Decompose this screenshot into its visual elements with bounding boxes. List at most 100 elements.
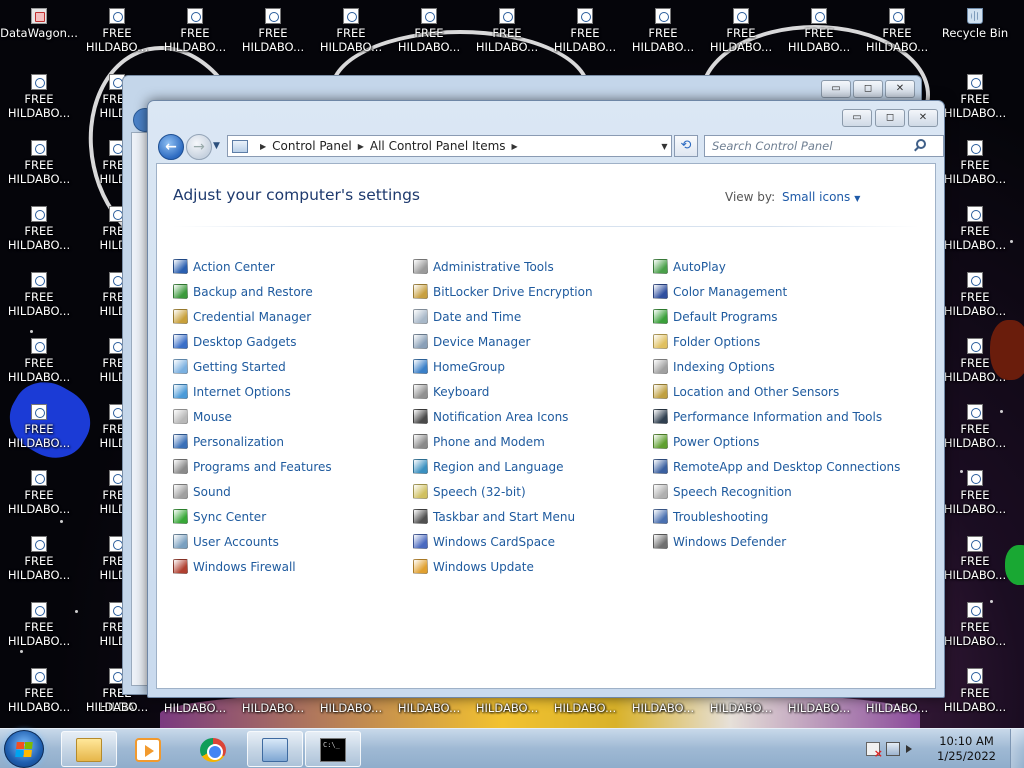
- item-bitlocker-drive-encryption[interactable]: BitLocker Drive Encryption: [413, 279, 593, 304]
- desktop-icon[interactable]: FREE HILDABO...: [0, 206, 78, 252]
- desktop-icon[interactable]: FREE HILDABO...: [468, 8, 546, 54]
- desktop-icon[interactable]: FREE HILDABO...: [312, 8, 390, 54]
- item-troubleshooting[interactable]: Troubleshooting: [653, 504, 900, 529]
- desktop-icon[interactable]: FREE HILDABO...: [936, 272, 1014, 318]
- item-remoteapp-and-desktop-connections[interactable]: RemoteApp and Desktop Connections: [653, 454, 900, 479]
- item-label[interactable]: Desktop Gadgets: [193, 335, 297, 349]
- item-label[interactable]: Performance Information and Tools: [673, 410, 882, 424]
- recent-pages-dropdown[interactable]: ▼: [213, 141, 220, 151]
- item-getting-started[interactable]: Getting Started: [173, 354, 332, 379]
- desktop-icon[interactable]: FREE HILDABO...: [936, 668, 1014, 714]
- desktop-icon[interactable]: FREE HILDABO...: [936, 404, 1014, 450]
- minimize-button[interactable]: ▭: [821, 80, 851, 98]
- breadcrumb-separator-icon[interactable]: ▶: [260, 142, 266, 151]
- desktop-icon[interactable]: FREE HILDABO...: [0, 272, 78, 318]
- item-credential-manager[interactable]: Credential Manager: [173, 304, 332, 329]
- item-label[interactable]: Sync Center: [193, 510, 266, 524]
- item-mouse[interactable]: Mouse: [173, 404, 332, 429]
- item-label[interactable]: Indexing Options: [673, 360, 775, 374]
- close-button[interactable]: ✕: [885, 80, 915, 98]
- desktop-icon[interactable]: FREE HILDABO...: [780, 8, 858, 54]
- desktop-icon[interactable]: FREE HILDABO...: [546, 8, 624, 54]
- item-date-and-time[interactable]: Date and Time: [413, 304, 593, 329]
- item-internet-options[interactable]: Internet Options: [173, 379, 332, 404]
- desktop-icon[interactable]: FREE HILDABO...: [936, 536, 1014, 582]
- item-speech-recognition[interactable]: Speech Recognition: [653, 479, 900, 504]
- network-icon[interactable]: [886, 742, 900, 756]
- desktop-icon-label[interactable]: HILDABO...: [702, 701, 780, 715]
- item-region-and-language[interactable]: Region and Language: [413, 454, 593, 479]
- item-taskbar-and-start-menu[interactable]: Taskbar and Start Menu: [413, 504, 593, 529]
- address-bar[interactable]: ▶ Control Panel ▶ All Control Panel Item…: [227, 135, 672, 157]
- item-label[interactable]: Speech (32-bit): [433, 485, 526, 499]
- desktop-icon-label[interactable]: HILDABO...: [780, 701, 858, 715]
- desktop-icon[interactable]: Recycle Bin: [936, 8, 1014, 40]
- desktop-icon-label[interactable]: HILDABO...: [546, 701, 624, 715]
- breadcrumb-control-panel[interactable]: Control Panel: [272, 139, 352, 153]
- item-label[interactable]: Windows Update: [433, 560, 534, 574]
- desktop-icon-label[interactable]: HILDABO...: [624, 701, 702, 715]
- item-label[interactable]: Sound: [193, 485, 231, 499]
- item-label[interactable]: Color Management: [673, 285, 787, 299]
- refresh-button[interactable]: ⟲: [674, 135, 698, 157]
- item-label[interactable]: Windows Firewall: [193, 560, 296, 574]
- desktop-icon[interactable]: FREE HILDABO...: [0, 470, 78, 516]
- item-label[interactable]: Troubleshooting: [673, 510, 768, 524]
- item-default-programs[interactable]: Default Programs: [653, 304, 900, 329]
- taskbar-media-player[interactable]: [120, 731, 176, 767]
- desktop-icon-label[interactable]: HILDABO...: [390, 701, 468, 715]
- desktop-icon[interactable]: FREE HILDABO...: [0, 74, 78, 120]
- clock[interactable]: 10:10 AM 1/25/2022: [937, 734, 996, 764]
- item-location-and-other-sensors[interactable]: Location and Other Sensors: [653, 379, 900, 404]
- item-label[interactable]: Power Options: [673, 435, 759, 449]
- desktop-icon[interactable]: FREE HILDABO...: [390, 8, 468, 54]
- item-label[interactable]: Date and Time: [433, 310, 521, 324]
- item-label[interactable]: Action Center: [193, 260, 275, 274]
- taskbar-explorer[interactable]: [61, 731, 117, 767]
- item-label[interactable]: AutoPlay: [673, 260, 726, 274]
- item-label[interactable]: Taskbar and Start Menu: [433, 510, 575, 524]
- item-label[interactable]: Phone and Modem: [433, 435, 545, 449]
- item-windows-firewall[interactable]: Windows Firewall: [173, 554, 332, 579]
- item-label[interactable]: BitLocker Drive Encryption: [433, 285, 593, 299]
- control-panel-window[interactable]: ▭ ◻ ✕ ← → ▼ ▶ Control Panel ▶ All Contro…: [147, 100, 945, 698]
- item-folder-options[interactable]: Folder Options: [653, 329, 900, 354]
- item-personalization[interactable]: Personalization: [173, 429, 332, 454]
- item-label[interactable]: HomeGroup: [433, 360, 505, 374]
- item-windows-cardspace[interactable]: Windows CardSpace: [413, 529, 593, 554]
- item-backup-and-restore[interactable]: Backup and Restore: [173, 279, 332, 304]
- minimize-button[interactable]: ▭: [842, 109, 872, 127]
- item-windows-defender[interactable]: Windows Defender: [653, 529, 900, 554]
- desktop-icon[interactable]: FREE HILDABO...: [0, 602, 78, 648]
- desktop-icon-label[interactable]: HILDABO...: [468, 701, 546, 715]
- item-speech-32-bit[interactable]: Speech (32-bit): [413, 479, 593, 504]
- start-button[interactable]: [4, 730, 44, 768]
- desktop-icon[interactable]: FREE HILDABO...: [936, 338, 1014, 384]
- maximize-button[interactable]: ◻: [875, 109, 905, 127]
- desktop-icon-label[interactable]: HILDABO...: [234, 701, 312, 715]
- search-icon[interactable]: [916, 139, 926, 149]
- breadcrumb-separator-icon[interactable]: ▶: [512, 142, 518, 151]
- desktop-icon-label[interactable]: HILDABO...: [858, 701, 936, 715]
- item-homegroup[interactable]: HomeGroup: [413, 354, 593, 379]
- search-input[interactable]: [704, 135, 944, 157]
- desktop-icon[interactable]: FREE HILDABO...: [936, 470, 1014, 516]
- item-windows-update[interactable]: Windows Update: [413, 554, 593, 579]
- chevron-down-icon[interactable]: ▼: [854, 194, 860, 203]
- item-desktop-gadgets[interactable]: Desktop Gadgets: [173, 329, 332, 354]
- desktop-icon[interactable]: FREE HILDABO...: [624, 8, 702, 54]
- item-sync-center[interactable]: Sync Center: [173, 504, 332, 529]
- item-label[interactable]: Device Manager: [433, 335, 530, 349]
- item-device-manager[interactable]: Device Manager: [413, 329, 593, 354]
- desktop-icon[interactable]: FREE HILDABO...: [156, 8, 234, 54]
- desktop-icon[interactable]: FREE HILDABO...: [702, 8, 780, 54]
- desktop-icon[interactable]: DataWagon...: [0, 8, 78, 40]
- maximize-button[interactable]: ◻: [853, 80, 883, 98]
- item-programs-and-features[interactable]: Programs and Features: [173, 454, 332, 479]
- taskbar-control-panel[interactable]: [247, 731, 303, 767]
- item-label[interactable]: Default Programs: [673, 310, 778, 324]
- close-button[interactable]: ✕: [908, 109, 938, 127]
- desktop-icon[interactable]: FREE HILDABO...: [936, 74, 1014, 120]
- item-label[interactable]: Notification Area Icons: [433, 410, 568, 424]
- item-label[interactable]: RemoteApp and Desktop Connections: [673, 460, 900, 474]
